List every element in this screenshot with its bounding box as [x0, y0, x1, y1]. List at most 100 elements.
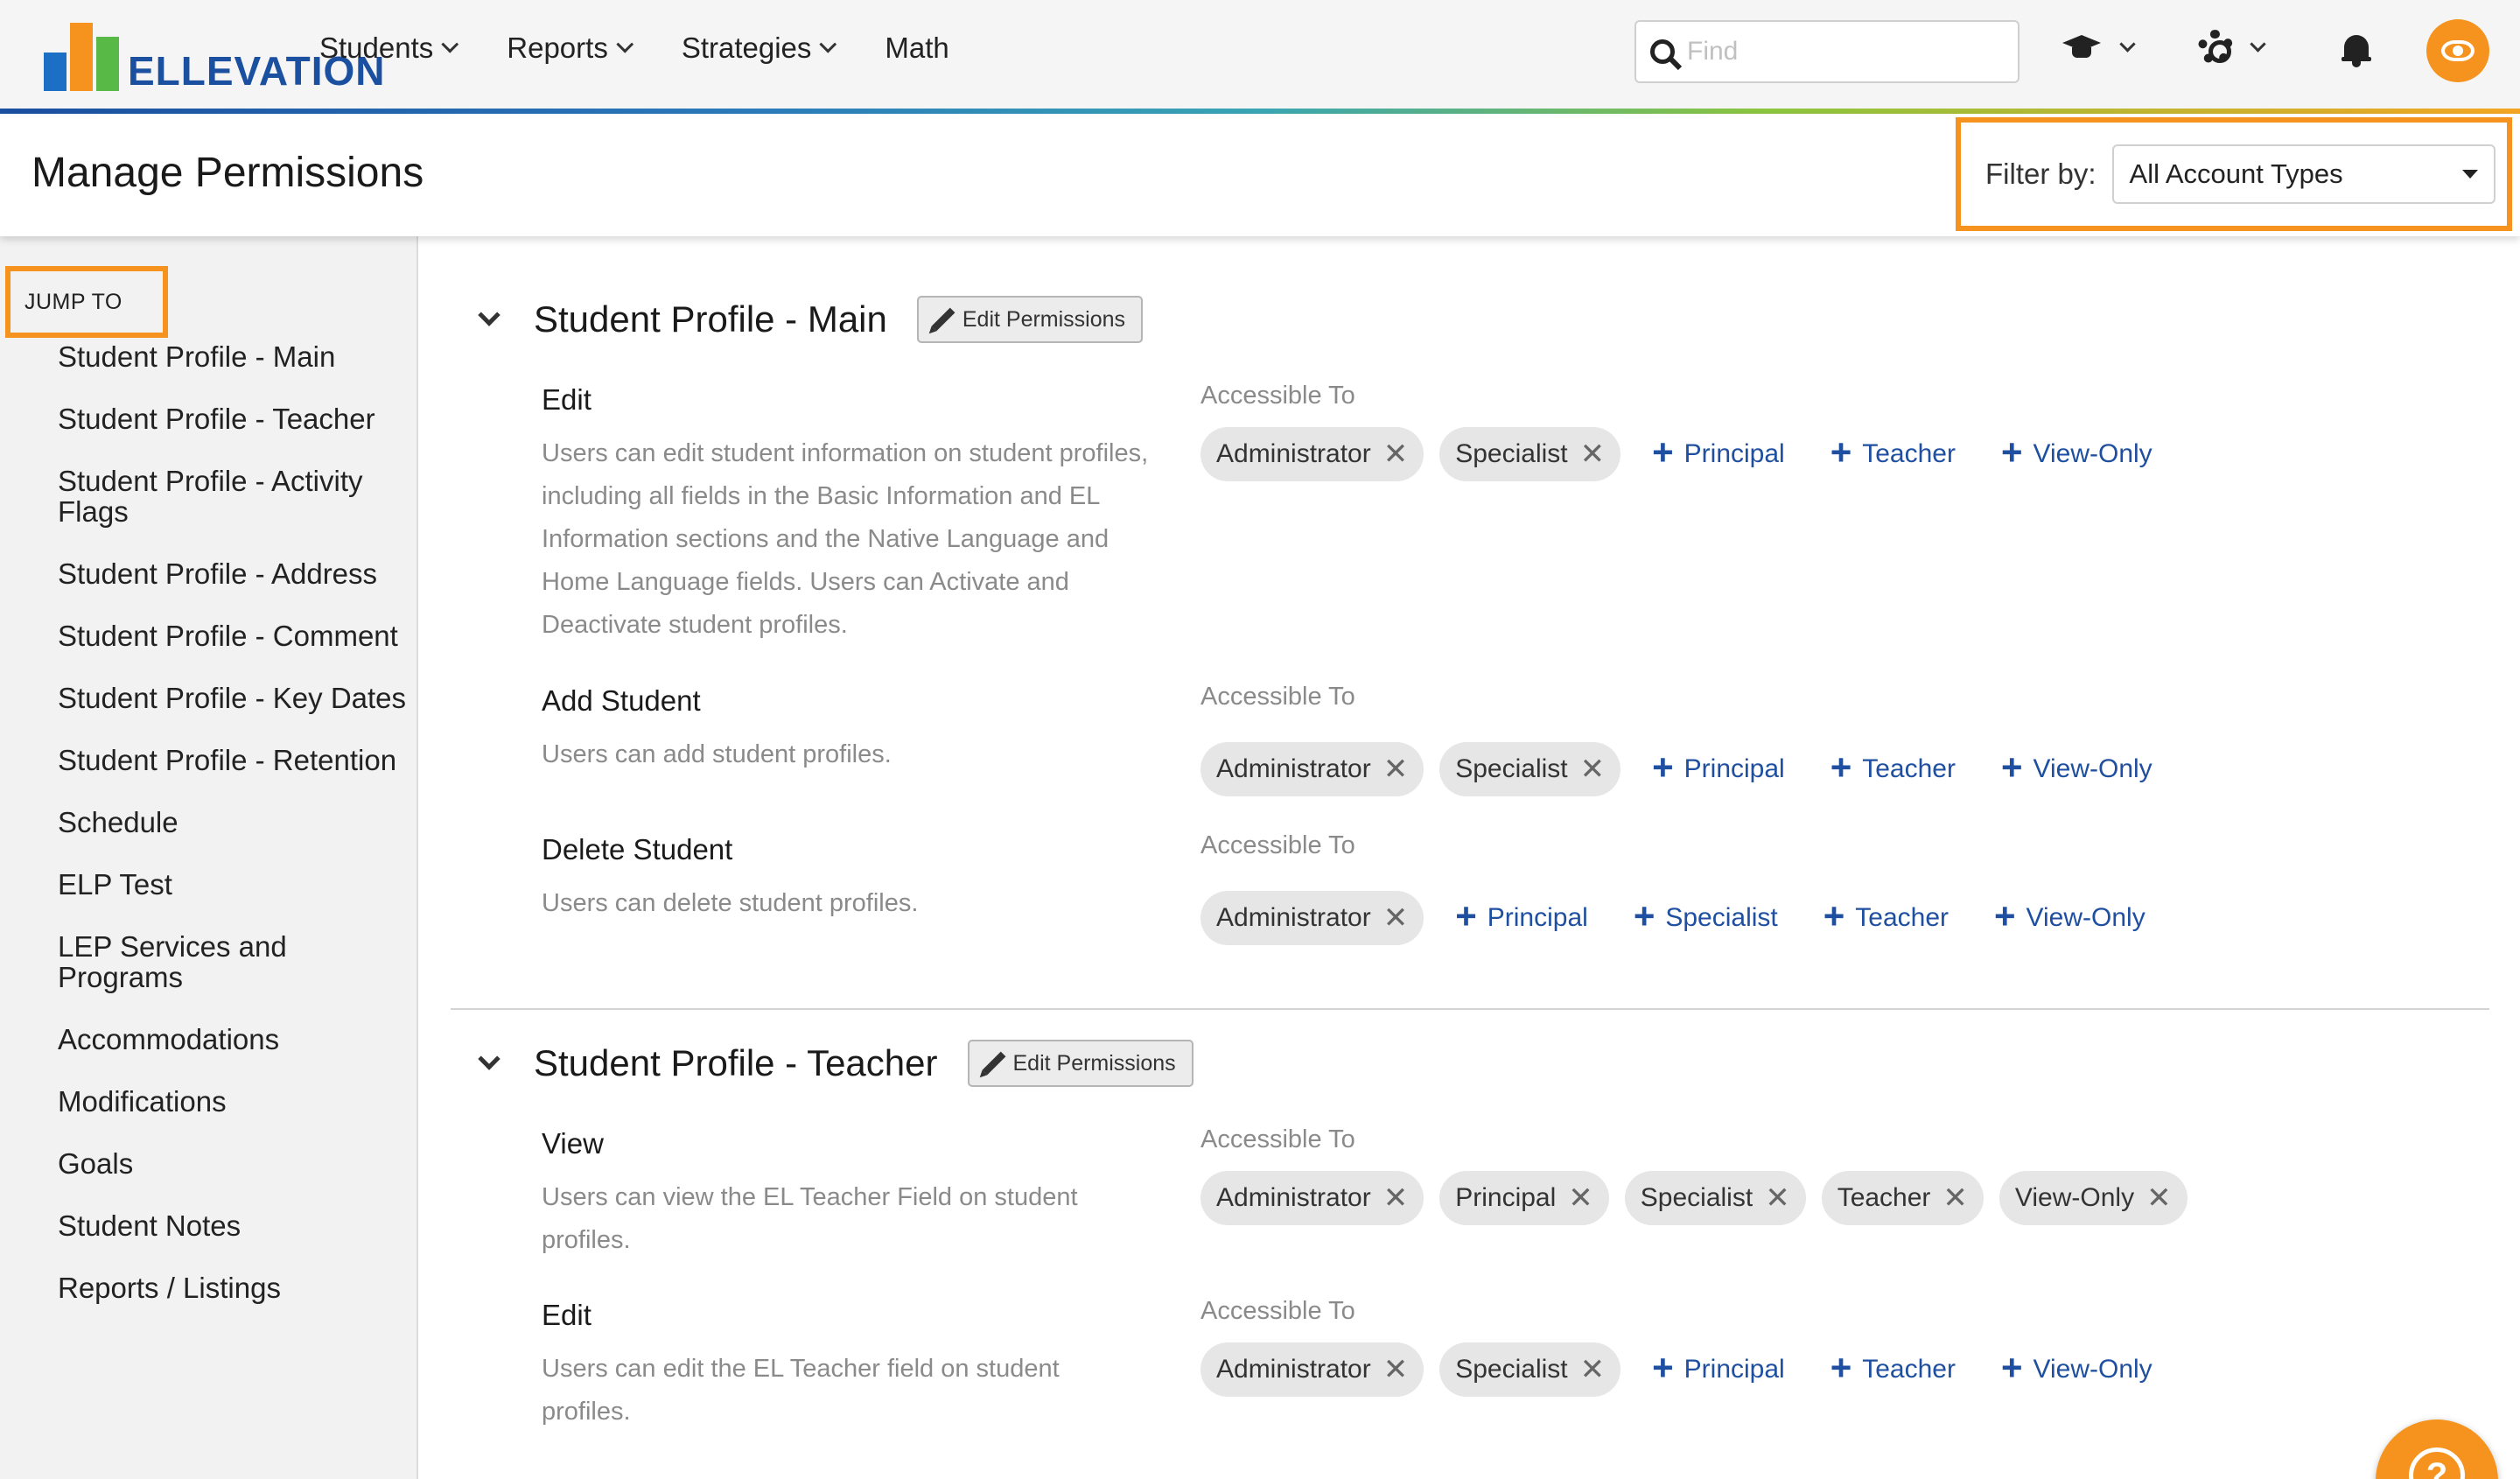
- plus-icon: +: [1633, 895, 1656, 936]
- add-role-teacher[interactable]: + Teacher: [1830, 434, 1956, 471]
- jump-link-reports-listings[interactable]: Reports / Listings: [58, 1272, 408, 1303]
- jump-link-goals[interactable]: Goals: [58, 1148, 408, 1179]
- role-chip-specialist: Specialist ✕: [1439, 1342, 1621, 1397]
- view-as-button[interactable]: [2426, 19, 2489, 82]
- nav-students[interactable]: Students: [319, 32, 459, 65]
- role-chip-label: Specialist: [1455, 754, 1568, 783]
- remove-icon[interactable]: ✕: [1580, 754, 1606, 784]
- remove-icon[interactable]: ✕: [1765, 1183, 1790, 1213]
- add-role-principal[interactable]: + Principal: [1652, 1349, 1785, 1386]
- permission-name: Add Student: [542, 684, 701, 717]
- plus-icon: +: [1652, 431, 1674, 473]
- jump-link-elp-test[interactable]: ELP Test: [58, 869, 408, 900]
- settings-menu-button[interactable]: [2198, 30, 2266, 65]
- add-role-principal[interactable]: + Principal: [1652, 749, 1785, 786]
- add-role-principal[interactable]: + Principal: [1652, 434, 1785, 471]
- jump-link-student-profile-address[interactable]: Student Profile - Address: [58, 558, 408, 589]
- accessible-to-label: Accessible To: [1200, 382, 1355, 410]
- remove-icon[interactable]: ✕: [1383, 439, 1409, 469]
- add-role-label: Principal: [1684, 754, 1785, 783]
- jump-link-accommodations[interactable]: Accommodations: [58, 1024, 408, 1055]
- nav-math-label: Math: [885, 32, 949, 64]
- jump-link-student-profile-comment[interactable]: Student Profile - Comment: [58, 620, 408, 651]
- nav-math[interactable]: Math: [885, 32, 948, 65]
- filter-highlight: Filter by: All Account Types: [1956, 117, 2512, 231]
- accessible-to-label: Accessible To: [1200, 831, 1355, 859]
- jump-link-student-profile-activity-flags[interactable]: Student Profile - Activity Flags: [58, 466, 408, 527]
- collapse-chevron-icon[interactable]: [478, 1048, 500, 1070]
- main-nav: Students Reports Strategies Math: [319, 32, 1004, 65]
- add-role-view-only[interactable]: + View-Only: [2001, 434, 2152, 471]
- add-role-teacher[interactable]: + Teacher: [1830, 749, 1956, 786]
- edit-permissions-button[interactable]: Edit Permissions: [967, 1040, 1194, 1087]
- add-role-label: View-Only: [2033, 1355, 2152, 1384]
- edit-permissions-label: Edit Permissions: [962, 306, 1126, 332]
- jump-link-student-notes[interactable]: Student Notes: [58, 1210, 408, 1241]
- role-chip-label: Administrator: [1216, 903, 1371, 932]
- chevron-down-icon: [2119, 35, 2136, 53]
- jump-link-lep-services[interactable]: LEP Services and Programs: [58, 931, 408, 992]
- nav-strategies[interactable]: Strategies: [682, 32, 837, 65]
- remove-icon[interactable]: ✕: [1383, 903, 1409, 933]
- add-role-teacher[interactable]: + Teacher: [1823, 895, 1950, 936]
- section-title: Student Profile - Main: [534, 298, 887, 340]
- role-chip-label: View-Only: [2014, 1183, 2135, 1212]
- add-role-label: Principal: [1487, 903, 1588, 932]
- jump-link-student-profile-retention[interactable]: Student Profile - Retention: [58, 745, 408, 775]
- filter-label: Filter by:: [1985, 158, 2096, 190]
- pencil-icon: [982, 1051, 1005, 1076]
- add-role-view-only[interactable]: + View-Only: [1994, 898, 2146, 935]
- jump-to-heading: JUMP TO: [5, 266, 168, 338]
- remove-icon[interactable]: ✕: [1580, 1355, 1606, 1384]
- add-role-label: Teacher: [1855, 903, 1950, 932]
- add-role-label: Principal: [1684, 1355, 1785, 1384]
- add-role-teacher[interactable]: + Teacher: [1830, 1349, 1956, 1386]
- remove-icon[interactable]: ✕: [1383, 1355, 1409, 1384]
- search-box[interactable]: [1634, 20, 2020, 83]
- jump-link-modifications[interactable]: Modifications: [58, 1086, 408, 1117]
- role-chip-specialist: Specialist ✕: [1624, 1171, 1806, 1225]
- nav-students-label: Students: [319, 32, 434, 64]
- account-type-filter-select[interactable]: All Account Types: [2111, 144, 2496, 204]
- role-chips: Administrator ✕ Specialist ✕ + Principal + T…: [1200, 427, 2182, 481]
- nav-reports[interactable]: Reports: [507, 32, 634, 65]
- remove-icon[interactable]: ✕: [1942, 1183, 1968, 1213]
- school-menu-button[interactable]: [2061, 30, 2136, 65]
- add-role-label: View-Only: [2026, 903, 2146, 932]
- jump-link-student-profile-main[interactable]: Student Profile - Main: [58, 341, 408, 372]
- plus-icon: +: [2000, 431, 2023, 473]
- add-role-view-only[interactable]: + View-Only: [2001, 749, 2152, 786]
- remove-icon[interactable]: ✕: [1580, 439, 1606, 469]
- role-chip-label: Principal: [1455, 1183, 1557, 1212]
- jump-to-sidebar: JUMP TO Student Profile - Main Student P…: [0, 236, 418, 1479]
- add-role-label: View-Only: [2033, 754, 2152, 783]
- role-chip-label: Administrator: [1216, 1355, 1371, 1384]
- jump-link-schedule[interactable]: Schedule: [58, 807, 408, 838]
- role-chip-administrator: Administrator ✕: [1200, 1171, 1424, 1225]
- jump-link-student-profile-teacher[interactable]: Student Profile - Teacher: [58, 403, 408, 434]
- role-chip-view-only: View-Only ✕: [1998, 1171, 2188, 1225]
- add-role-label: Principal: [1684, 439, 1785, 468]
- add-role-label: View-Only: [2033, 439, 2152, 468]
- collapse-chevron-icon[interactable]: [478, 304, 500, 326]
- section-title: Student Profile - Teacher: [534, 1042, 938, 1083]
- edit-permissions-button[interactable]: Edit Permissions: [916, 296, 1144, 343]
- remove-icon[interactable]: ✕: [2146, 1183, 2172, 1213]
- plus-icon: +: [1455, 895, 1477, 936]
- section-divider: [451, 1008, 2489, 1010]
- role-chips: Administrator ✕ Specialist ✕ + Principal + T…: [1200, 742, 2182, 796]
- remove-icon[interactable]: ✕: [1568, 1183, 1593, 1213]
- permission-name: View: [542, 1127, 604, 1160]
- role-chip-specialist: Specialist ✕: [1439, 427, 1621, 481]
- plus-icon: +: [1823, 895, 1845, 936]
- add-role-principal[interactable]: + Principal: [1455, 895, 1588, 936]
- permissions-content: Student Profile - Main Edit Permissions …: [451, 236, 2489, 1479]
- add-role-specialist[interactable]: + Specialist: [1633, 895, 1778, 936]
- remove-icon[interactable]: ✕: [1383, 1183, 1409, 1213]
- remove-icon[interactable]: ✕: [1383, 754, 1409, 784]
- add-role-view-only[interactable]: + View-Only: [2001, 1349, 2152, 1386]
- bell-icon[interactable]: [2342, 33, 2371, 68]
- jump-link-student-profile-key-dates[interactable]: Student Profile - Key Dates: [58, 683, 408, 713]
- search-input[interactable]: [1687, 37, 2002, 67]
- role-chips: Administrator ✕ + Principal + Specialist + T…: [1200, 891, 2175, 945]
